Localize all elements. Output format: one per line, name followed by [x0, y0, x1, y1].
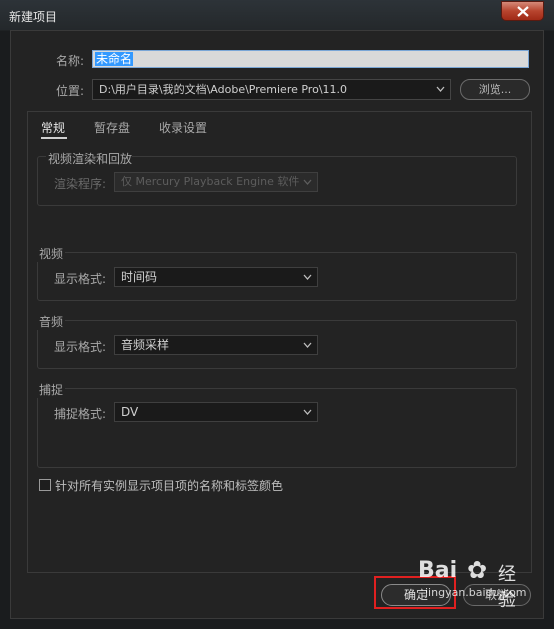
capture-group-title: 捕捉: [37, 381, 66, 398]
video-display-format-dropdown[interactable]: 时间码: [114, 267, 318, 287]
chevron-down-icon: [303, 409, 312, 415]
audio-display-format-dropdown[interactable]: 音频采样: [114, 335, 318, 355]
chevron-down-icon: [303, 179, 312, 185]
capture-format-dropdown[interactable]: DV: [114, 402, 318, 422]
watermark-url: jingyan.baidu.com: [425, 586, 527, 599]
video-format-value: 时间码: [121, 270, 158, 284]
title-bar[interactable]: 新建项目: [0, 0, 554, 30]
render-group-title: 视频渲染和回放: [46, 150, 133, 167]
name-label: 名称:: [56, 54, 85, 68]
location-label: 位置:: [56, 84, 85, 98]
capture-format-label: 捕捉格式:: [54, 407, 107, 421]
new-project-dialog: 名称: 未命名 位置: D:\用户目录\我的文档\Adobe\Premiere …: [10, 30, 544, 619]
project-name-value: 未命名: [95, 52, 134, 66]
video-format-label: 显示格式:: [54, 272, 107, 286]
paw-icon: ✿: [467, 556, 488, 584]
chevron-down-icon: [303, 342, 312, 348]
chevron-down-icon: [303, 274, 312, 280]
renderer-label: 渲染程序:: [54, 177, 107, 191]
chevron-down-icon: [436, 86, 445, 92]
close-button[interactable]: [501, 1, 544, 21]
location-dropdown[interactable]: D:\用户目录\我的文档\Adobe\Premiere Pro\11.0: [92, 79, 451, 100]
tab-scratch-disks[interactable]: 暂存盘: [94, 119, 130, 136]
active-tab-indicator: [41, 137, 67, 139]
location-value: D:\用户目录\我的文档\Adobe\Premiere Pro\11.0: [99, 83, 348, 96]
capture-group: [37, 388, 517, 468]
video-group-title: 视频: [37, 245, 66, 262]
capture-format-value: DV: [121, 405, 139, 419]
browse-button[interactable]: 浏览...: [460, 79, 530, 100]
project-name-input[interactable]: 未命名: [92, 50, 529, 68]
tab-general[interactable]: 常规: [41, 119, 65, 136]
show-item-names-label[interactable]: 针对所有实例显示项目项的名称和标签颜色: [55, 477, 283, 494]
window-frame: 新建项目 名称: 未命名 位置: D:\用户目录\我的文档\Adobe\Prem…: [0, 0, 554, 629]
show-item-names-checkbox[interactable]: [39, 479, 51, 491]
close-icon: [517, 6, 529, 17]
tab-ingest-settings[interactable]: 收录设置: [159, 119, 207, 136]
baidu-jingyan-watermark: Bai ✿ 经验 jingyan.baidu.com: [418, 556, 528, 611]
renderer-dropdown: 仅 Mercury Playback Engine 软件: [114, 172, 318, 192]
watermark-logo: Bai: [418, 558, 458, 583]
renderer-value: 仅 Mercury Playback Engine 软件: [121, 175, 300, 188]
window-title: 新建项目: [9, 10, 58, 24]
audio-group-title: 音频: [37, 313, 66, 330]
audio-format-value: 音频采样: [121, 338, 170, 352]
settings-tab-panel: 常规 暂存盘 收录设置 视频渲染和回放 渲染程序: 仅 Mercury Play…: [27, 111, 532, 573]
audio-format-label: 显示格式:: [54, 340, 107, 354]
